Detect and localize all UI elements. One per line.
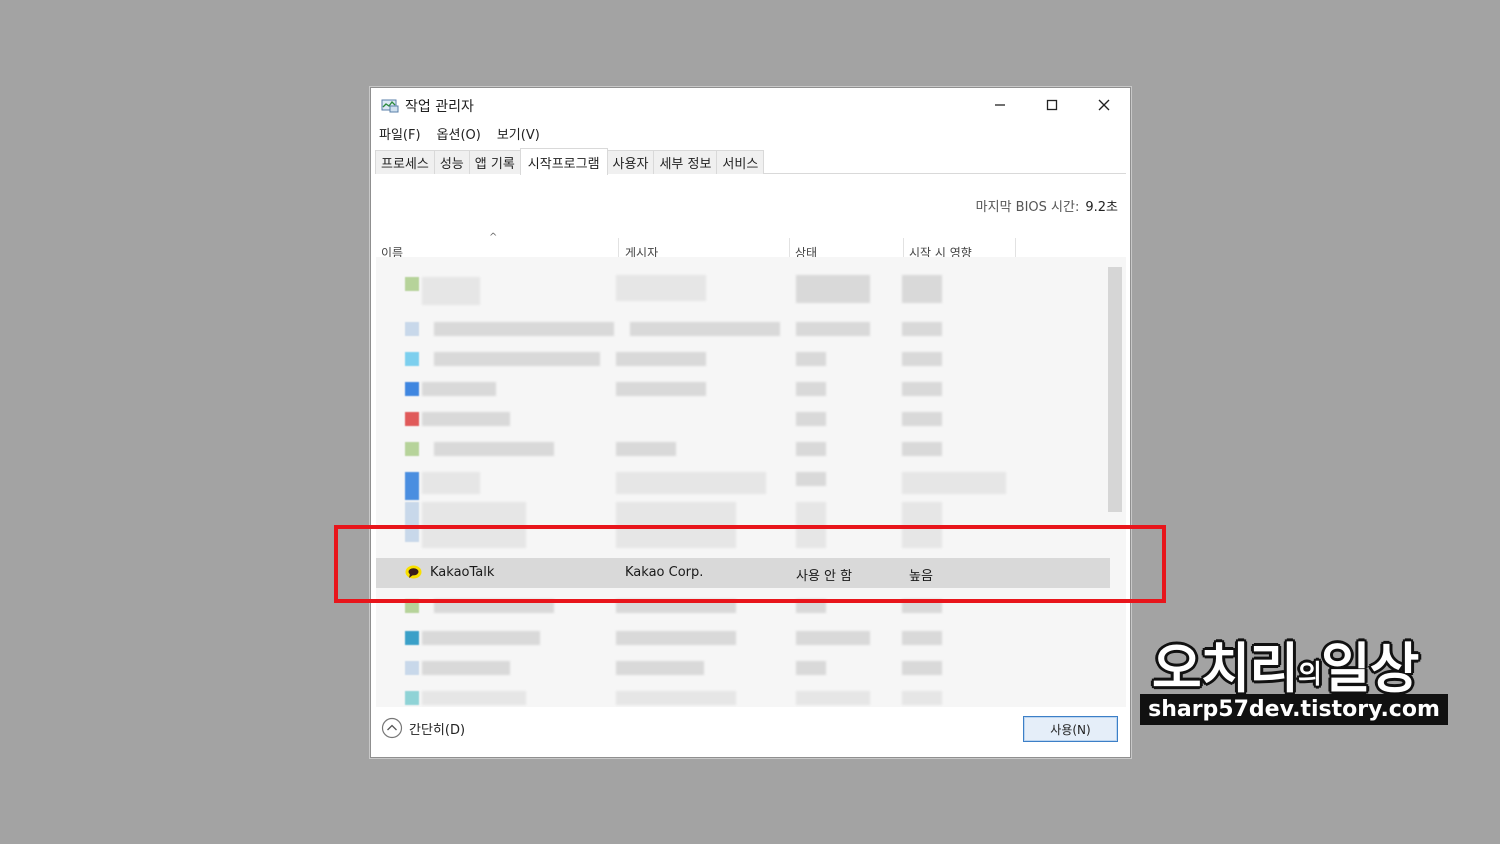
blurred-name (422, 412, 510, 426)
blurred-impact (902, 412, 942, 426)
watermark-title-b: 일상 (1320, 637, 1419, 700)
app-icon (405, 691, 419, 705)
minimize-button[interactable] (974, 88, 1026, 122)
fewer-details-button[interactable]: 간단히(D) (381, 717, 465, 739)
bios-time-label: 마지막 BIOS 시간: (975, 200, 1080, 215)
blurred-status (796, 382, 826, 396)
maximize-button[interactable] (1026, 88, 1078, 122)
footer-bar: 간단히(D) 사용(N) (370, 708, 1131, 758)
app-icon (405, 412, 419, 426)
app-icon (405, 352, 419, 366)
enable-button[interactable]: 사용(N) (1023, 716, 1118, 742)
list-item[interactable] (376, 374, 1110, 404)
list-item[interactable] (376, 314, 1110, 344)
watermark-url: sharp57dev.tistory.com (1140, 694, 1448, 725)
menu-file[interactable]: 파일(F) (379, 124, 421, 144)
blurred-name (422, 277, 480, 305)
blurred-publisher (616, 352, 706, 366)
bios-time: 마지막 BIOS 시간: 9.2초 (976, 196, 1118, 215)
blurred-name (422, 661, 510, 675)
list-item[interactable] (376, 623, 1110, 653)
minimize-icon (995, 104, 1005, 106)
fewer-details-label: 간단히(D) (409, 722, 466, 738)
blurred-status (796, 412, 826, 426)
sort-ascending-icon: ^ (489, 232, 498, 243)
bios-time-value: 9.2초 (1085, 200, 1118, 215)
chevron-up-circle-icon (381, 717, 403, 739)
tab-performance[interactable]: 성능 (433, 150, 470, 174)
blurred-status (796, 442, 826, 456)
maximize-icon (1046, 99, 1058, 111)
list-item[interactable] (376, 404, 1110, 434)
blurred-impact (902, 352, 942, 366)
tab-strip: 프로세스 성능 앱 기록 시작프로그램 사용자 세부 정보 서비스 (375, 148, 1126, 175)
list-item[interactable] (376, 494, 1110, 548)
tab-services[interactable]: 서비스 (716, 150, 765, 174)
blurred-impact (902, 382, 942, 396)
title-bar[interactable]: 작업 관리자 (371, 88, 1130, 122)
app-icon (405, 631, 419, 645)
blurred-publisher (616, 691, 736, 705)
blurred-status (796, 661, 826, 675)
app-icon (405, 277, 419, 291)
task-manager-icon (381, 99, 399, 113)
menu-options[interactable]: 옵션(O) (437, 124, 481, 144)
blurred-status (796, 472, 826, 486)
blurred-impact (902, 322, 942, 336)
blurred-publisher (616, 275, 706, 301)
app-icon (405, 661, 419, 675)
list-item[interactable] (376, 683, 1110, 707)
startup-list-obscured (376, 257, 1126, 707)
blurred-name (422, 472, 480, 494)
tab-startup[interactable]: 시작프로그램 (519, 148, 608, 175)
blurred-name (434, 352, 600, 366)
blurred-impact (902, 661, 942, 675)
blurred-status (796, 631, 870, 645)
blurred-status (796, 691, 870, 705)
app-icon (405, 322, 419, 336)
blurred-name (422, 691, 526, 705)
close-button[interactable] (1078, 88, 1130, 122)
blurred-impact (902, 275, 942, 303)
blurred-name (422, 631, 540, 645)
scrollbar[interactable] (1108, 267, 1122, 512)
blurred-status (796, 352, 826, 366)
blurred-publisher (616, 382, 706, 396)
highlight-annotation-box (334, 525, 1166, 603)
watermark-title-mid: 의 (1298, 659, 1322, 690)
watermark-title-a: 오치리 (1152, 637, 1299, 700)
list-item[interactable] (376, 653, 1110, 683)
menu-bar: 파일(F) 옵션(O) 보기(V) (379, 124, 540, 144)
tab-details[interactable]: 세부 정보 (653, 150, 718, 174)
blurred-publisher (616, 631, 736, 645)
blurred-impact (902, 691, 942, 705)
window-title: 작업 관리자 (405, 99, 474, 115)
tab-app-history[interactable]: 앱 기록 (468, 150, 521, 174)
blurred-publisher (616, 661, 704, 675)
list-item[interactable] (376, 434, 1110, 464)
blurred-name (434, 322, 614, 336)
watermark-title: 오치리의일상 (1152, 624, 1419, 703)
blurred-impact (902, 442, 942, 456)
list-item[interactable] (376, 269, 1110, 305)
app-icon (405, 442, 419, 456)
list-item[interactable] (376, 464, 1110, 500)
app-icon (405, 382, 419, 396)
tab-processes[interactable]: 프로세스 (375, 150, 435, 174)
blurred-publisher (616, 442, 676, 456)
tab-users[interactable]: 사용자 (606, 150, 655, 174)
blurred-status (796, 322, 870, 336)
close-icon (1098, 99, 1110, 111)
blurred-name (434, 442, 554, 456)
menu-view[interactable]: 보기(V) (497, 124, 540, 144)
blurred-impact (902, 472, 1006, 494)
watermark: 오치리의일상 sharp57dev.tistory.com (1140, 624, 1448, 726)
blurred-publisher (630, 322, 780, 336)
blurred-status (796, 275, 870, 303)
list-item[interactable] (376, 344, 1110, 374)
blurred-name (422, 382, 496, 396)
blurred-publisher (616, 472, 766, 494)
blurred-impact (902, 631, 942, 645)
